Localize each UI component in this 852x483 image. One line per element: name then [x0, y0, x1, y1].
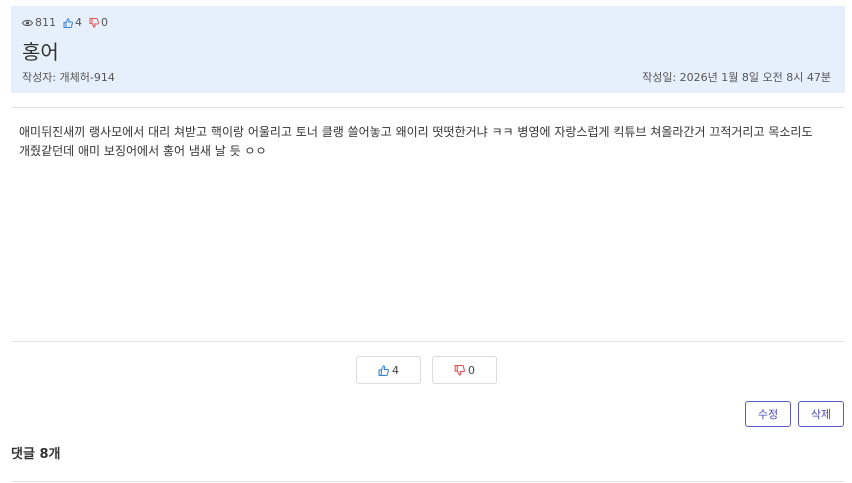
- like-button-count: 4: [392, 363, 399, 377]
- comments-title: 댓글 8개: [11, 447, 61, 462]
- dislikes-count: 0: [101, 16, 108, 29]
- thumbs-up-icon: [378, 364, 389, 376]
- divider: [11, 481, 845, 482]
- post-content: 애미뒤진새끼 랭사모에서 대리 쳐받고 핵이랑 어울리고 토너 클랭 쓸어놓고 …: [19, 125, 813, 158]
- dislikes-stat: 0: [89, 16, 108, 29]
- views-stat: 811: [22, 16, 56, 29]
- dislike-button-count: 0: [468, 363, 475, 377]
- views-count: 811: [35, 16, 56, 29]
- post-stats: 811 4 0: [22, 16, 115, 29]
- dislike-button[interactable]: 0: [432, 356, 497, 384]
- edit-button[interactable]: 수정: [745, 401, 791, 427]
- eye-icon: [22, 19, 33, 26]
- likes-stat: 4: [63, 16, 82, 29]
- likes-count: 4: [75, 16, 82, 29]
- post-header: 811 4 0 홍어 작성자: 개체허-914 작성일: 2026년 1월 8일…: [11, 6, 845, 93]
- delete-button[interactable]: 삭제: [798, 401, 844, 427]
- like-button[interactable]: 4: [356, 356, 421, 384]
- thumbs-down-icon: [89, 17, 99, 28]
- post-author: 작성자: 개체허-914: [22, 71, 115, 84]
- thumbs-up-icon: [63, 17, 73, 28]
- post-title: 홍어: [22, 40, 59, 64]
- divider: [11, 107, 845, 108]
- post-date: 작성일: 2026년 1월 8일 오전 8시 47분: [642, 71, 831, 84]
- divider: [11, 341, 845, 342]
- thumbs-down-icon: [454, 364, 465, 376]
